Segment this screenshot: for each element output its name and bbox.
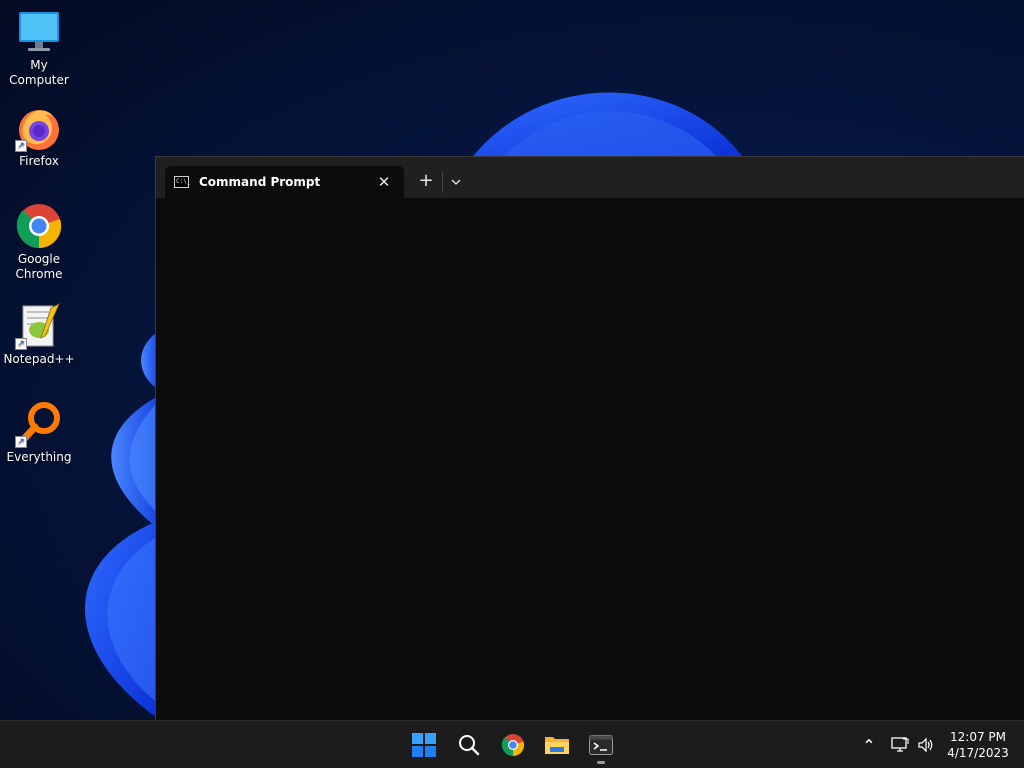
- desktop-icon-label: Everything: [6, 450, 72, 464]
- chevron-down-icon: [451, 179, 461, 185]
- desktop-icon-notepadplusplus[interactable]: ↗ Notepad++: [0, 302, 78, 367]
- new-tab-button[interactable]: +: [414, 170, 438, 194]
- start-icon: [412, 733, 436, 757]
- volume-icon: [918, 737, 933, 753]
- notepadplusplus-icon: ↗: [15, 302, 63, 350]
- desktop-icon-label: Notepad++: [3, 352, 75, 366]
- desktop-icon-my-computer[interactable]: My Computer: [0, 8, 78, 88]
- search-icon: [459, 735, 480, 756]
- close-icon[interactable]: ✕: [370, 173, 398, 191]
- everything-search-icon: ↗: [15, 400, 63, 448]
- volume-button[interactable]: [914, 733, 938, 757]
- search-button[interactable]: [451, 727, 487, 763]
- desktop-icon-google-chrome[interactable]: Google Chrome: [0, 202, 78, 282]
- chrome-icon: [15, 202, 63, 250]
- taskbar-terminal-button[interactable]: [583, 727, 619, 763]
- desktop-icon-label: Google Chrome: [15, 252, 63, 281]
- network-button[interactable]: [888, 733, 912, 757]
- tab-divider: [442, 171, 443, 193]
- tab-command-prompt[interactable]: C:\_ Command Prompt ✕: [165, 166, 404, 198]
- clock-time: 12:07 PM: [950, 730, 1006, 744]
- command-prompt-icon: C:\_: [174, 176, 190, 188]
- desktop-icon-everything[interactable]: ↗ Everything: [0, 400, 78, 465]
- taskbar-chrome-button[interactable]: [495, 727, 531, 763]
- terminal-window[interactable]: C:\_ Command Prompt ✕ +: [155, 156, 1024, 720]
- system-clock[interactable]: 12:07 PM 4/17/2023: [940, 729, 1016, 761]
- shortcut-arrow-icon: ↗: [15, 338, 27, 350]
- desktop-icon-firefox[interactable]: ↗ Firefox: [0, 104, 78, 169]
- monitor-icon: [15, 8, 63, 56]
- desktop-icon-label: Firefox: [19, 154, 59, 168]
- tab-title: Command Prompt: [199, 175, 321, 189]
- active-app-indicator: [597, 761, 605, 764]
- clock-date: 4/17/2023: [947, 746, 1009, 760]
- desktop: My Computer ↗ Firefox Google Chrome ↗ No…: [0, 0, 1024, 720]
- terminal-icon: [589, 735, 613, 755]
- terminal-titlebar[interactable]: C:\_ Command Prompt ✕ +: [156, 157, 1024, 198]
- taskbar: ⌃ 12:07 PM 4/17/2023: [0, 720, 1024, 768]
- chrome-icon: [501, 734, 525, 757]
- firefox-icon: ↗: [15, 104, 63, 152]
- show-hidden-icons-button[interactable]: ⌃: [858, 733, 880, 757]
- taskbar-file-explorer-button[interactable]: [539, 727, 575, 763]
- shortcut-arrow-icon: ↗: [15, 140, 27, 152]
- tab-dropdown-button[interactable]: [446, 170, 466, 194]
- desktop-icon-label: My Computer: [9, 58, 69, 87]
- file-explorer-icon: [545, 737, 569, 754]
- network-icon: [891, 737, 909, 752]
- shortcut-arrow-icon: ↗: [15, 436, 27, 448]
- terminal-content[interactable]: [156, 198, 1024, 720]
- start-button[interactable]: [406, 727, 442, 763]
